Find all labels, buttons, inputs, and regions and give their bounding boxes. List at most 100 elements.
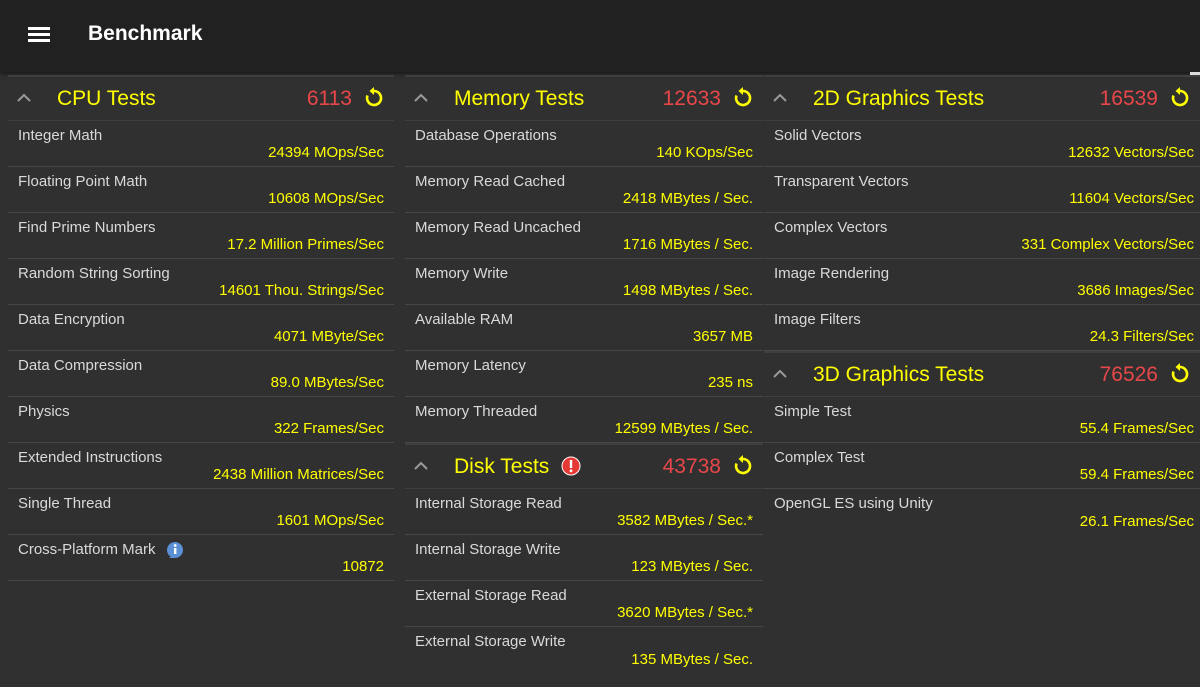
row-value: 55.4 Frames/Sec [1079, 420, 1194, 437]
row-value: 3582 MBytes / Sec.* [617, 512, 753, 529]
result-row[interactable]: Internal Storage Read 3582 MBytes / Sec.* [405, 489, 763, 535]
row-label: Solid Vectors [774, 127, 862, 144]
section-score: 16539 [1099, 87, 1158, 110]
row-label: Complex Vectors [774, 219, 888, 236]
result-row[interactable]: Find Prime Numbers 17.2 Million Primes/Se… [8, 213, 394, 259]
result-row[interactable]: Data Encryption 4071 MByte/Sec [8, 305, 394, 351]
section-title: 2D Graphics Tests [813, 87, 985, 110]
result-row[interactable]: Memory Read Uncached 1716 MBytes / Sec. [405, 213, 763, 259]
row-label: External Storage Read [415, 587, 567, 604]
row-value: 1601 MOps/Sec [276, 512, 384, 529]
result-row[interactable]: Memory Threaded 12599 MBytes / Sec. [405, 397, 763, 443]
row-label: Data Compression [18, 357, 143, 374]
row-label: Data Encryption [18, 311, 125, 328]
row-label: Memory Write [415, 265, 509, 282]
chevron-up-icon[interactable] [772, 90, 788, 106]
refresh-icon[interactable] [1168, 362, 1192, 386]
row-value: 135 MBytes / Sec. [631, 651, 753, 668]
app-bar: Benchmark [0, 0, 1200, 72]
section-title: Memory Tests [454, 87, 585, 110]
chevron-up-icon[interactable] [413, 458, 429, 474]
row-value: 1498 MBytes / Sec. [622, 282, 753, 299]
result-row[interactable]: Data Compression 89.0 MBytes/Sec [8, 351, 394, 397]
memory-tests-header[interactable]: Memory Tests 12633 [405, 75, 763, 121]
refresh-icon[interactable] [362, 86, 386, 110]
row-value: 89.0 MBytes/Sec [270, 374, 384, 391]
3d-graphics-rows: Simple Test 55.4 Frames/Sec Complex Test 5… [764, 397, 1200, 535]
section-score: 76526 [1099, 363, 1158, 386]
section-score: 43738 [662, 455, 721, 478]
result-row[interactable]: Memory Write 1498 MBytes / Sec. [405, 259, 763, 305]
result-row[interactable]: Transparent Vectors 11604 Vectors/Sec [764, 167, 1200, 213]
2d-graphics-tests-header[interactable]: 2D Graphics Tests 16539 [764, 75, 1200, 121]
row-label: Available RAM [415, 311, 514, 328]
row-label: Single Thread [18, 495, 112, 512]
refresh-icon[interactable] [1168, 86, 1192, 110]
app-title: Benchmark [88, 22, 203, 45]
refresh-icon[interactable] [731, 454, 755, 478]
row-label: Database Operations [415, 127, 557, 144]
result-row[interactable]: Image Filters 24.3 Filters/Sec [764, 305, 1200, 351]
row-value: 17.2 Million Primes/Sec [227, 236, 384, 253]
row-value: 59.4 Frames/Sec [1079, 466, 1194, 483]
chevron-up-icon[interactable] [413, 90, 429, 106]
result-row[interactable]: External Storage Read 3620 MBytes / Sec.* [405, 581, 763, 627]
row-value: 4071 MByte/Sec [273, 328, 384, 345]
row-label: Internal Storage Write [415, 541, 561, 558]
result-row[interactable]: Memory Latency 235 ns [405, 351, 763, 397]
section-title: CPU Tests [57, 87, 156, 110]
result-row[interactable]: Complex Vectors 331 Complex Vectors/Sec [764, 213, 1200, 259]
memory-disk-column: Memory Tests 12633 Database Operations 14… [405, 72, 763, 673]
result-row[interactable]: Single Thread 1601 MOps/Sec [8, 489, 394, 535]
result-row[interactable]: Physics 322 Frames/Sec [8, 397, 394, 443]
result-row[interactable]: Internal Storage Write 123 MBytes / Sec. [405, 535, 763, 581]
row-label: Memory Read Cached [415, 173, 566, 190]
row-value: 11604 Vectors/Sec [1069, 190, 1194, 207]
cpu-column: CPU Tests 6113 Integer Math 24394 MOps/Se… [8, 72, 394, 581]
row-value: 235 ns [707, 374, 753, 391]
result-row[interactable]: Cross-Platform Mark 10872 [8, 535, 394, 581]
row-value: 2418 MBytes / Sec. [622, 190, 753, 207]
result-row[interactable]: OpenGL ES using Unity 26.1 Frames/Sec [764, 489, 1200, 535]
chevron-up-icon[interactable] [16, 90, 32, 106]
row-value: 24.3 Filters/Sec [1089, 328, 1194, 345]
row-label: Memory Read Uncached [415, 219, 581, 236]
result-row[interactable]: Database Operations 140 KOps/Sec [405, 121, 763, 167]
row-value: 1716 MBytes / Sec. [622, 236, 753, 253]
info-icon[interactable] [165, 540, 185, 560]
result-row[interactable]: Integer Math 24394 MOps/Sec [8, 121, 394, 167]
result-row[interactable]: Solid Vectors 12632 Vectors/Sec [764, 121, 1200, 167]
row-label: Complex Test [774, 449, 865, 466]
row-label: Simple Test [774, 403, 852, 420]
row-label: Physics [18, 403, 70, 420]
row-label: Find Prime Numbers [18, 219, 156, 236]
result-row[interactable]: Extended Instructions 2438 Million Matric… [8, 443, 394, 489]
row-value: 3657 MB [692, 328, 753, 345]
row-value: 12599 MBytes / Sec. [614, 420, 753, 437]
row-value: 123 MBytes / Sec. [631, 558, 753, 575]
result-row[interactable]: Simple Test 55.4 Frames/Sec [764, 397, 1200, 443]
refresh-icon[interactable] [731, 86, 755, 110]
warning-icon[interactable] [561, 456, 581, 476]
cpu-tests-header[interactable]: CPU Tests 6113 [8, 75, 394, 121]
result-row[interactable]: Available RAM 3657 MB [405, 305, 763, 351]
row-value: 322 Frames/Sec [273, 420, 384, 437]
menu-icon[interactable] [22, 22, 56, 48]
3d-graphics-tests-header[interactable]: 3D Graphics Tests 76526 [764, 351, 1200, 397]
row-label: Image Rendering [774, 265, 890, 282]
result-row[interactable]: Image Rendering 3686 Images/Sec [764, 259, 1200, 305]
result-row[interactable]: Floating Point Math 10608 MOps/Sec [8, 167, 394, 213]
chevron-up-icon[interactable] [772, 366, 788, 382]
section-score: 6113 [306, 87, 352, 110]
result-row[interactable]: Memory Read Cached 2418 MBytes / Sec. [405, 167, 763, 213]
result-row[interactable]: Random String Sorting 14601 Thou. Strings… [8, 259, 394, 305]
row-label: OpenGL ES using Unity [774, 495, 933, 512]
disk-tests-header[interactable]: Disk Tests 43738 [405, 443, 763, 489]
graphics-column: 2D Graphics Tests 16539 Solid Vectors 126… [764, 72, 1200, 535]
row-value: 10608 MOps/Sec [268, 190, 384, 207]
row-value: 26.1 Frames/Sec [1079, 513, 1194, 530]
result-row[interactable]: Complex Test 59.4 Frames/Sec [764, 443, 1200, 489]
section-title: 3D Graphics Tests [813, 363, 985, 386]
row-label: Extended Instructions [18, 449, 163, 466]
result-row[interactable]: External Storage Write 135 MBytes / Sec. [405, 627, 763, 673]
